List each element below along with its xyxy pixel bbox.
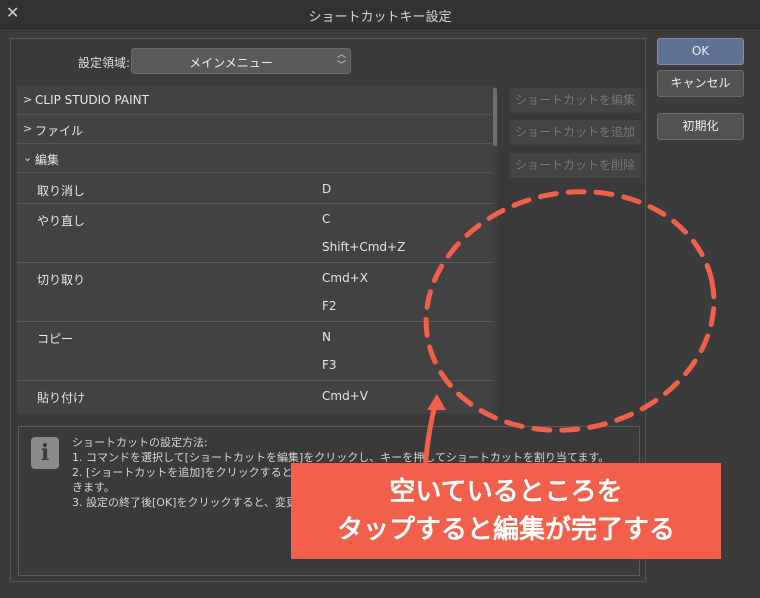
dashed-circle	[423, 189, 717, 433]
annotation-callout: 空いているところを タップすると編集が完了する	[291, 463, 721, 559]
annotation-line-2: タップすると編集が完了する	[336, 515, 675, 545]
annotation-line-1: 空いているところを	[389, 477, 623, 507]
arrow-line	[422, 399, 439, 473]
arrow-head-icon	[427, 394, 446, 410]
